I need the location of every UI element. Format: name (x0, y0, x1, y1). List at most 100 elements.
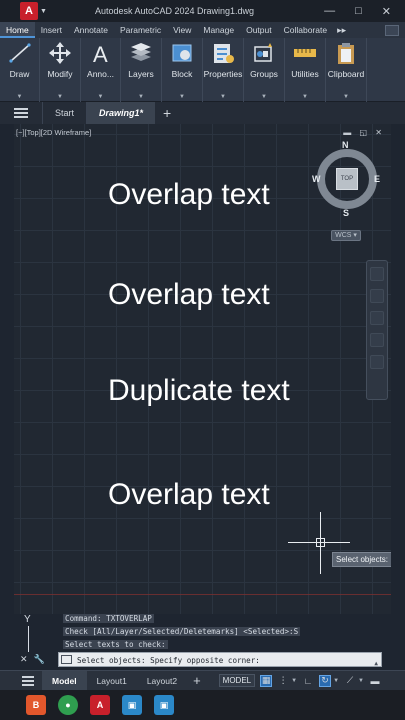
viewport-window-controls[interactable]: ▬ ◱ ✕ (343, 128, 385, 137)
ribbon-label: Clipboard (327, 69, 365, 79)
wcs-menu[interactable]: WCS ▾ (331, 230, 361, 241)
maximize-button[interactable]: □ (355, 5, 362, 17)
ribbon-label: Modify (47, 69, 73, 79)
new-tab-button[interactable]: + (163, 105, 171, 121)
drawing-text-duplicate[interactable]: Duplicate text (108, 374, 290, 408)
layout-menu-icon[interactable] (22, 674, 34, 688)
chevron-down-icon[interactable]: ▼ (17, 94, 23, 100)
menu-icon[interactable] (14, 106, 28, 120)
tab-insert[interactable]: Insert (35, 22, 68, 38)
tab-manage[interactable]: Manage (197, 22, 240, 38)
photos-icon[interactable]: ▣ (122, 695, 142, 715)
photos-icon-2[interactable]: ▣ (154, 695, 174, 715)
grid-icon[interactable]: ▦ (260, 674, 273, 687)
ribbon-group-layers[interactable]: Layers ▼ (121, 38, 162, 102)
pickbox-cursor (316, 538, 325, 547)
chevron-up-icon[interactable]: ▲ (374, 656, 378, 671)
tab-parametric[interactable]: Parametric (114, 22, 167, 38)
chevron-down-icon[interactable]: ▼ (343, 94, 349, 100)
tab-output[interactable]: Output (240, 22, 278, 38)
ribbon-group-draw[interactable]: Draw ▼ (0, 38, 40, 102)
view-cube-top-face[interactable]: TOP (336, 168, 358, 190)
compass-west[interactable]: W (312, 174, 321, 184)
new-layout-button[interactable]: + (193, 673, 201, 688)
ribbon-group-utilities[interactable]: Utilities ▼ (285, 38, 326, 102)
command-prompt-icon (61, 655, 72, 664)
line-icon (6, 41, 34, 65)
polar-icon[interactable]: ↻ (319, 674, 332, 687)
ribbon-minimize-button[interactable] (385, 25, 399, 36)
drawing-text-overlap-3[interactable]: Overlap text (108, 478, 270, 512)
os-taskbar: B ● A ▣ ▣ (0, 690, 405, 720)
measure-icon (291, 41, 319, 65)
ribbon-label: Draw (9, 69, 30, 79)
tab-start[interactable]: Start (42, 102, 86, 124)
ribbon-label: Properties (203, 69, 243, 79)
tab-model[interactable]: Model (42, 670, 87, 691)
command-history: Command: TXTOVERLAP Check [All/Layer/Sel… (60, 612, 380, 651)
properties-icon (209, 41, 237, 65)
chevron-down-icon[interactable]: ▼ (358, 678, 364, 684)
ucs-y-label: Y (24, 614, 31, 625)
lineweight-icon[interactable]: ▬ (369, 675, 381, 687)
orbit-icon[interactable] (370, 333, 384, 347)
customize-icon[interactable]: 🔧 (34, 654, 45, 665)
more-tabs-icon[interactable]: ▸▸ (337, 25, 346, 36)
brave-browser-icon[interactable]: B (26, 695, 46, 715)
compass-east[interactable]: E (374, 174, 380, 184)
chevron-down-icon[interactable]: ▼ (302, 94, 308, 100)
tab-view[interactable]: View (167, 22, 197, 38)
groups-icon (250, 41, 278, 65)
ortho-icon[interactable]: ∟ (302, 675, 314, 687)
ribbon-group-groups[interactable]: Groups ▼ (244, 38, 285, 102)
compass-south[interactable]: S (343, 208, 349, 218)
drawing-text-overlap-1[interactable]: Overlap text (108, 178, 270, 212)
ribbon-panel: Draw ▼ Modify ▼ A Anno... ▼ Layers ▼ Blo… (0, 38, 405, 102)
close-command-icon[interactable]: ✕ (20, 654, 28, 665)
ribbon-tabs: Home Insert Annotate Parametric View Man… (0, 22, 405, 38)
chevron-down-icon[interactable]: ▼ (291, 678, 297, 684)
tab-layout2[interactable]: Layout2 (137, 671, 187, 691)
tab-layout1[interactable]: Layout1 (87, 671, 137, 691)
chevron-down-icon[interactable]: ▼ (220, 94, 226, 100)
ribbon-group-block[interactable]: Block ▼ (162, 38, 203, 102)
svg-text:A: A (93, 42, 108, 65)
chevron-down-icon[interactable]: ▼ (138, 94, 144, 100)
autocad-taskbar-icon[interactable]: A (90, 695, 110, 715)
chevron-down-icon[interactable]: ▼ (98, 94, 104, 100)
zoom-icon[interactable] (370, 311, 384, 325)
model-space-button[interactable]: MODEL (218, 674, 256, 687)
app-menu-caret-icon[interactable]: ▼ (40, 8, 47, 15)
chevron-down-icon[interactable]: ▼ (261, 94, 267, 100)
command-line-bar: ✕ 🔧 Select objects: Specify opposite cor… (18, 652, 382, 667)
drawing-text-overlap-2[interactable]: Overlap text (108, 278, 270, 312)
ucs-icon (28, 626, 29, 652)
tab-annotate[interactable]: Annotate (68, 22, 114, 38)
osnap-icon[interactable]: ⟋ (344, 675, 356, 687)
drawing-viewport[interactable]: [−][Top][2D Wireframe] ▬ ◱ ✕ Overlap tex… (14, 124, 391, 614)
viewport-controls-label[interactable]: [−][Top][2D Wireframe] (16, 128, 91, 137)
tab-drawing1[interactable]: Drawing1* (86, 102, 156, 124)
autocad-logo-icon[interactable]: A (20, 2, 38, 20)
showmotion-icon[interactable] (370, 355, 384, 369)
chevron-down-icon[interactable]: ▼ (333, 678, 339, 684)
snap-icon[interactable]: ⋮ (277, 675, 289, 687)
chevron-down-icon[interactable]: ▼ (57, 94, 63, 100)
tab-home[interactable]: Home (0, 22, 35, 38)
steering-wheel-icon[interactable] (370, 267, 384, 281)
pan-icon[interactable] (370, 289, 384, 303)
chrome-icon[interactable]: ● (58, 695, 78, 715)
ribbon-group-clipboard[interactable]: Clipboard ▼ (326, 38, 367, 102)
ribbon-group-properties[interactable]: Properties ▼ (203, 38, 244, 102)
close-button[interactable]: ✕ (382, 5, 391, 18)
minimize-button[interactable]: — (324, 5, 335, 17)
compass-north[interactable]: N (342, 140, 349, 150)
command-input[interactable]: Select objects: Specify opposite corner:… (58, 652, 382, 667)
tab-collaborate[interactable]: Collaborate (278, 22, 333, 38)
ribbon-group-annotation[interactable]: A Anno... ▼ (81, 38, 121, 102)
ribbon-group-modify[interactable]: Modify ▼ (40, 38, 81, 102)
command-history-line: Select texts to check: (63, 640, 168, 649)
chevron-down-icon[interactable]: ▼ (179, 94, 185, 100)
x-axis-line (14, 594, 391, 595)
view-cube[interactable]: TOP N S E W (312, 140, 380, 218)
